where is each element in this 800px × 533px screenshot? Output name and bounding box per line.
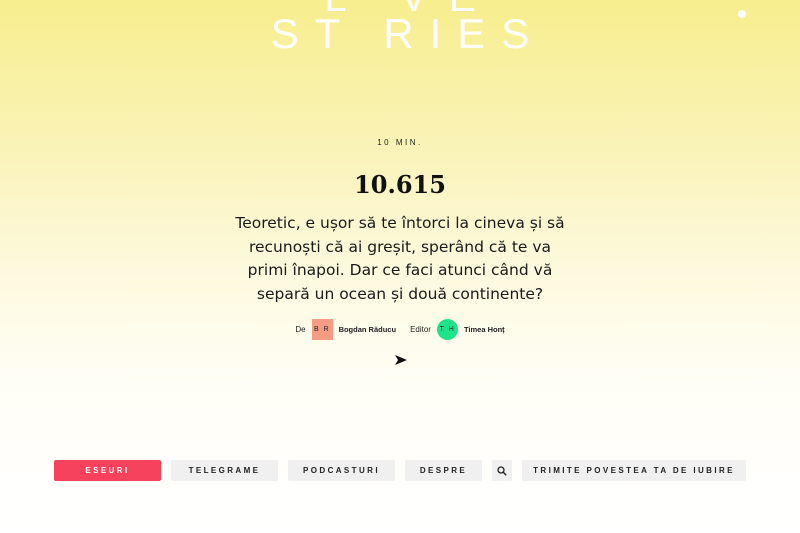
byline: De B R Bogdan Răducu Editor T H Timea Ho… <box>0 319 800 340</box>
editor-label: Editor <box>410 325 431 334</box>
editor-name[interactable]: Timea Honț <box>464 325 505 334</box>
author-avatar[interactable]: B R <box>311 319 333 340</box>
submit-story-button[interactable]: TRIMITE POVESTEA TA DE IUBIRE <box>522 460 746 481</box>
reading-time: 10 MIN. <box>377 138 423 147</box>
story-title[interactable]: 10.615 <box>0 170 800 200</box>
play-arrow-icon[interactable] <box>394 353 408 367</box>
nav-item-telegrame[interactable]: TELEGRAME <box>171 460 278 481</box>
site-logo[interactable]: L VE ST RIES <box>0 0 800 56</box>
search-button[interactable] <box>492 460 512 481</box>
main-nav: ESEURI TELEGRAME PODCASTURI DESPRE TRIMI… <box>54 460 746 481</box>
author-name[interactable]: Bogdan Răducu <box>339 325 397 334</box>
logo-line-love: L VE <box>22 0 800 18</box>
author-label: De <box>295 325 306 334</box>
nav-item-podcasturi[interactable]: PODCASTURI <box>288 460 395 481</box>
nav-item-eseuri[interactable]: ESEURI <box>54 460 161 481</box>
nav-item-despre[interactable]: DESPRE <box>405 460 482 481</box>
search-icon <box>497 465 507 476</box>
story-hero: 10 MIN. 10.615 Teoretic, e ușor să te în… <box>0 138 800 340</box>
story-lede: Teoretic, e ușor să te întorci la cineva… <box>235 214 565 303</box>
editor-avatar[interactable]: T H <box>436 319 458 340</box>
logo-line-stories: ST RIES <box>270 10 546 57</box>
menu-dot-icon[interactable] <box>738 10 746 18</box>
